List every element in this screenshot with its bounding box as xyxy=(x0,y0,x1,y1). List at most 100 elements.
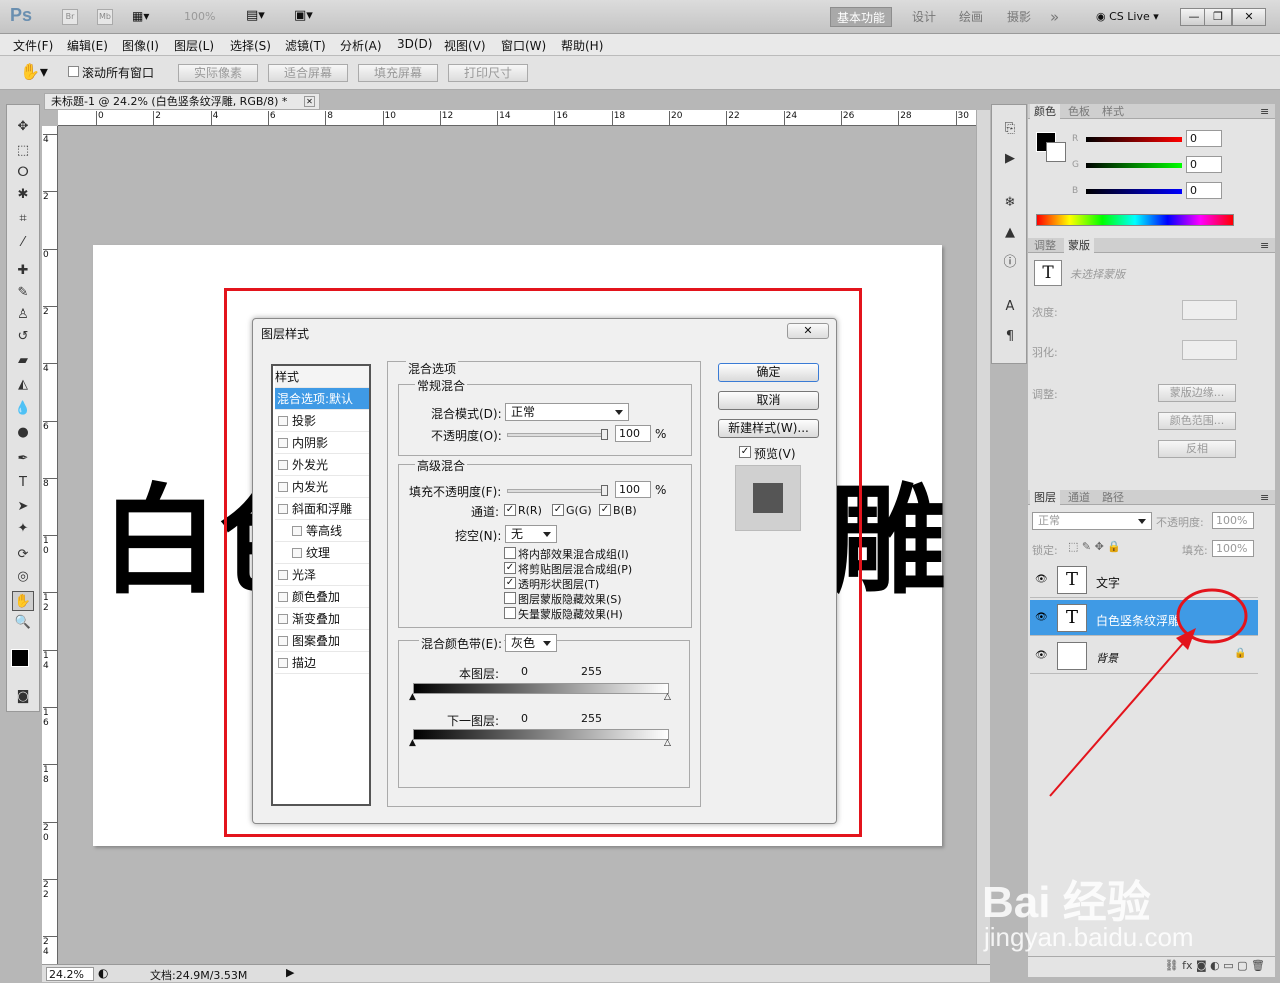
lasso-tool-icon[interactable]: ⵔ xyxy=(12,163,34,183)
eyedropper-tool-icon[interactable]: ⁄ xyxy=(12,233,34,253)
actions-panel-icon[interactable]: ▶ xyxy=(999,149,1021,169)
outer-glow-checkbox[interactable] xyxy=(278,460,288,470)
menu-filter[interactable]: 滤镜(T) xyxy=(285,37,326,54)
channel-r-checkbox[interactable]: ✓ xyxy=(504,504,516,516)
type-tool-icon[interactable]: T xyxy=(12,473,34,493)
stroke-checkbox[interactable] xyxy=(278,658,288,668)
navigator-panel-icon[interactable]: ▲ xyxy=(999,223,1021,243)
style-texture[interactable]: 纹理 xyxy=(275,542,369,564)
style-blending-options[interactable]: 混合选项:默认 xyxy=(275,388,369,410)
history-brush-icon[interactable]: ↺ xyxy=(12,327,34,347)
color-overlay-checkbox[interactable] xyxy=(278,592,288,602)
satin-checkbox[interactable] xyxy=(278,570,288,580)
style-outer-glow[interactable]: 外发光 xyxy=(275,454,369,476)
menu-file[interactable]: 文件(F) xyxy=(13,37,53,54)
menu-window[interactable]: 窗口(W) xyxy=(501,37,546,54)
workspace-essentials[interactable]: 基本功能 xyxy=(830,7,893,27)
style-contour[interactable]: 等高线 xyxy=(275,520,369,542)
arrange-documents-icon[interactable]: ▤▾ xyxy=(246,8,265,23)
path-select-icon[interactable]: ➤ xyxy=(12,497,34,517)
workspace-photography[interactable]: 摄影 xyxy=(1001,7,1037,27)
fill-screen-button[interactable]: 填充屏幕 xyxy=(358,64,438,82)
menu-help[interactable]: 帮助(H) xyxy=(561,37,603,54)
blend-if-select[interactable]: 灰色 xyxy=(505,634,557,652)
this-layer-white-slider-icon[interactable]: △ xyxy=(664,692,671,702)
3d-orbit-icon[interactable]: ◎ xyxy=(12,567,34,587)
opacity-input[interactable]: 100 xyxy=(615,425,651,442)
foreground-color-swatch[interactable] xyxy=(11,649,29,667)
hand-tool-icon[interactable]: ✋▾ xyxy=(20,62,48,81)
quick-select-tool-icon[interactable]: ✱ xyxy=(12,185,34,205)
close-tab-icon[interactable]: ✕ xyxy=(304,96,315,107)
zoom-tool-icon[interactable]: 🔍 xyxy=(12,613,34,633)
layers-footer-icons[interactable]: ⛓ fx ◙ ◐ ▭ ▢ 🗑 xyxy=(1028,956,1275,976)
texture-checkbox[interactable] xyxy=(292,548,302,558)
scroll-all-checkbox[interactable] xyxy=(68,66,79,77)
more-workspaces-icon[interactable]: » xyxy=(1044,7,1065,27)
3d-panel-icon[interactable]: ❄ xyxy=(999,193,1021,213)
menu-image[interactable]: 图像(I) xyxy=(122,37,159,54)
view-extras-icon[interactable]: ▦▾ xyxy=(132,9,164,25)
fill-opacity-slider-knob[interactable] xyxy=(601,485,608,496)
preview-checkbox[interactable]: ✓ xyxy=(739,446,751,458)
style-stroke[interactable]: 描边 xyxy=(275,652,369,674)
blend-clipped-checkbox[interactable]: ✓ xyxy=(504,562,516,574)
underlying-black-slider-icon[interactable]: ▲ xyxy=(409,738,416,748)
hand-tool-selected-icon[interactable]: ✋ xyxy=(12,591,34,611)
new-style-button[interactable]: 新建样式(W)... xyxy=(718,419,819,438)
underlying-white-slider-icon[interactable]: △ xyxy=(664,738,671,748)
workspace-painting[interactable]: 绘画 xyxy=(953,7,989,27)
gradient-overlay-checkbox[interactable] xyxy=(278,614,288,624)
3d-rotate-icon[interactable]: ⟳ xyxy=(12,545,34,565)
mini-bridge-button[interactable]: Mb xyxy=(97,9,113,25)
knockout-select[interactable]: 无 xyxy=(505,525,557,543)
style-drop-shadow[interactable]: 投影 xyxy=(275,410,369,432)
menu-analysis[interactable]: 分析(A) xyxy=(340,37,382,54)
menu-3d[interactable]: 3D(D) xyxy=(397,37,432,51)
transparency-shapes-checkbox[interactable]: ✓ xyxy=(504,577,516,589)
style-inner-glow[interactable]: 内发光 xyxy=(275,476,369,498)
close-window-button[interactable]: ✕ xyxy=(1232,8,1266,26)
dialog-close-button[interactable]: ✕ xyxy=(787,323,829,339)
cs-live-button[interactable]: ◉ CS Live ▾ xyxy=(1096,10,1159,23)
brush-tool-icon[interactable]: ✎ xyxy=(12,283,34,303)
blur-tool-icon[interactable]: 💧 xyxy=(12,399,34,419)
marquee-tool-icon[interactable]: ⬚ xyxy=(12,141,34,161)
clone-stamp-icon[interactable]: ♙ xyxy=(12,305,34,325)
this-layer-gradient[interactable] xyxy=(413,683,669,694)
blend-mode-select[interactable]: 正常 xyxy=(505,403,629,421)
document-tab[interactable]: 未标题-1 @ 24.2% (白色竖条纹浮雕, RGB/8) * ✕ xyxy=(44,93,320,110)
move-tool-icon[interactable]: ✥ xyxy=(12,117,34,137)
status-menu-arrow-icon[interactable]: ▶ xyxy=(286,966,294,979)
character-panel-icon[interactable]: A xyxy=(999,297,1021,317)
quick-mask-icon[interactable]: ◙ xyxy=(12,687,34,707)
pen-tool-icon[interactable]: ✒ xyxy=(12,449,34,469)
print-size-button[interactable]: 打印尺寸 xyxy=(448,64,528,82)
healing-brush-icon[interactable]: ✚ xyxy=(12,261,34,281)
vertical-scrollbar[interactable] xyxy=(976,110,990,965)
info-panel-icon[interactable]: ⓘ xyxy=(999,253,1021,273)
menu-edit[interactable]: 编辑(E) xyxy=(67,37,108,54)
vector-mask-hides-checkbox[interactable] xyxy=(504,607,516,619)
paint-bucket-icon[interactable]: ◭ xyxy=(12,375,34,395)
inner-shadow-checkbox[interactable] xyxy=(278,438,288,448)
fill-opacity-slider[interactable] xyxy=(507,489,607,493)
fill-opacity-input[interactable]: 100 xyxy=(615,481,651,498)
history-panel-icon[interactable]: ⎘ xyxy=(999,119,1021,139)
fit-screen-button[interactable]: 适合屏幕 xyxy=(268,64,348,82)
menu-view[interactable]: 视图(V) xyxy=(444,37,486,54)
shape-tool-icon[interactable]: ✦ xyxy=(12,519,34,539)
restore-button[interactable]: ❐ xyxy=(1204,8,1232,26)
paragraph-panel-icon[interactable]: ¶ xyxy=(999,327,1021,347)
this-layer-black-slider-icon[interactable]: ▲ xyxy=(409,692,416,702)
contour-checkbox[interactable] xyxy=(292,526,302,536)
style-satin[interactable]: 光泽 xyxy=(275,564,369,586)
underlying-gradient[interactable] xyxy=(413,729,669,740)
drop-shadow-checkbox[interactable] xyxy=(278,416,288,426)
channel-g-checkbox[interactable]: ✓ xyxy=(552,504,564,516)
style-bevel-emboss[interactable]: 斜面和浮雕 xyxy=(275,498,369,520)
blend-interior-checkbox[interactable] xyxy=(504,547,516,559)
channel-b-checkbox[interactable]: ✓ xyxy=(599,504,611,516)
style-inner-shadow[interactable]: 内阴影 xyxy=(275,432,369,454)
crop-tool-icon[interactable]: ⌗ xyxy=(12,209,34,229)
